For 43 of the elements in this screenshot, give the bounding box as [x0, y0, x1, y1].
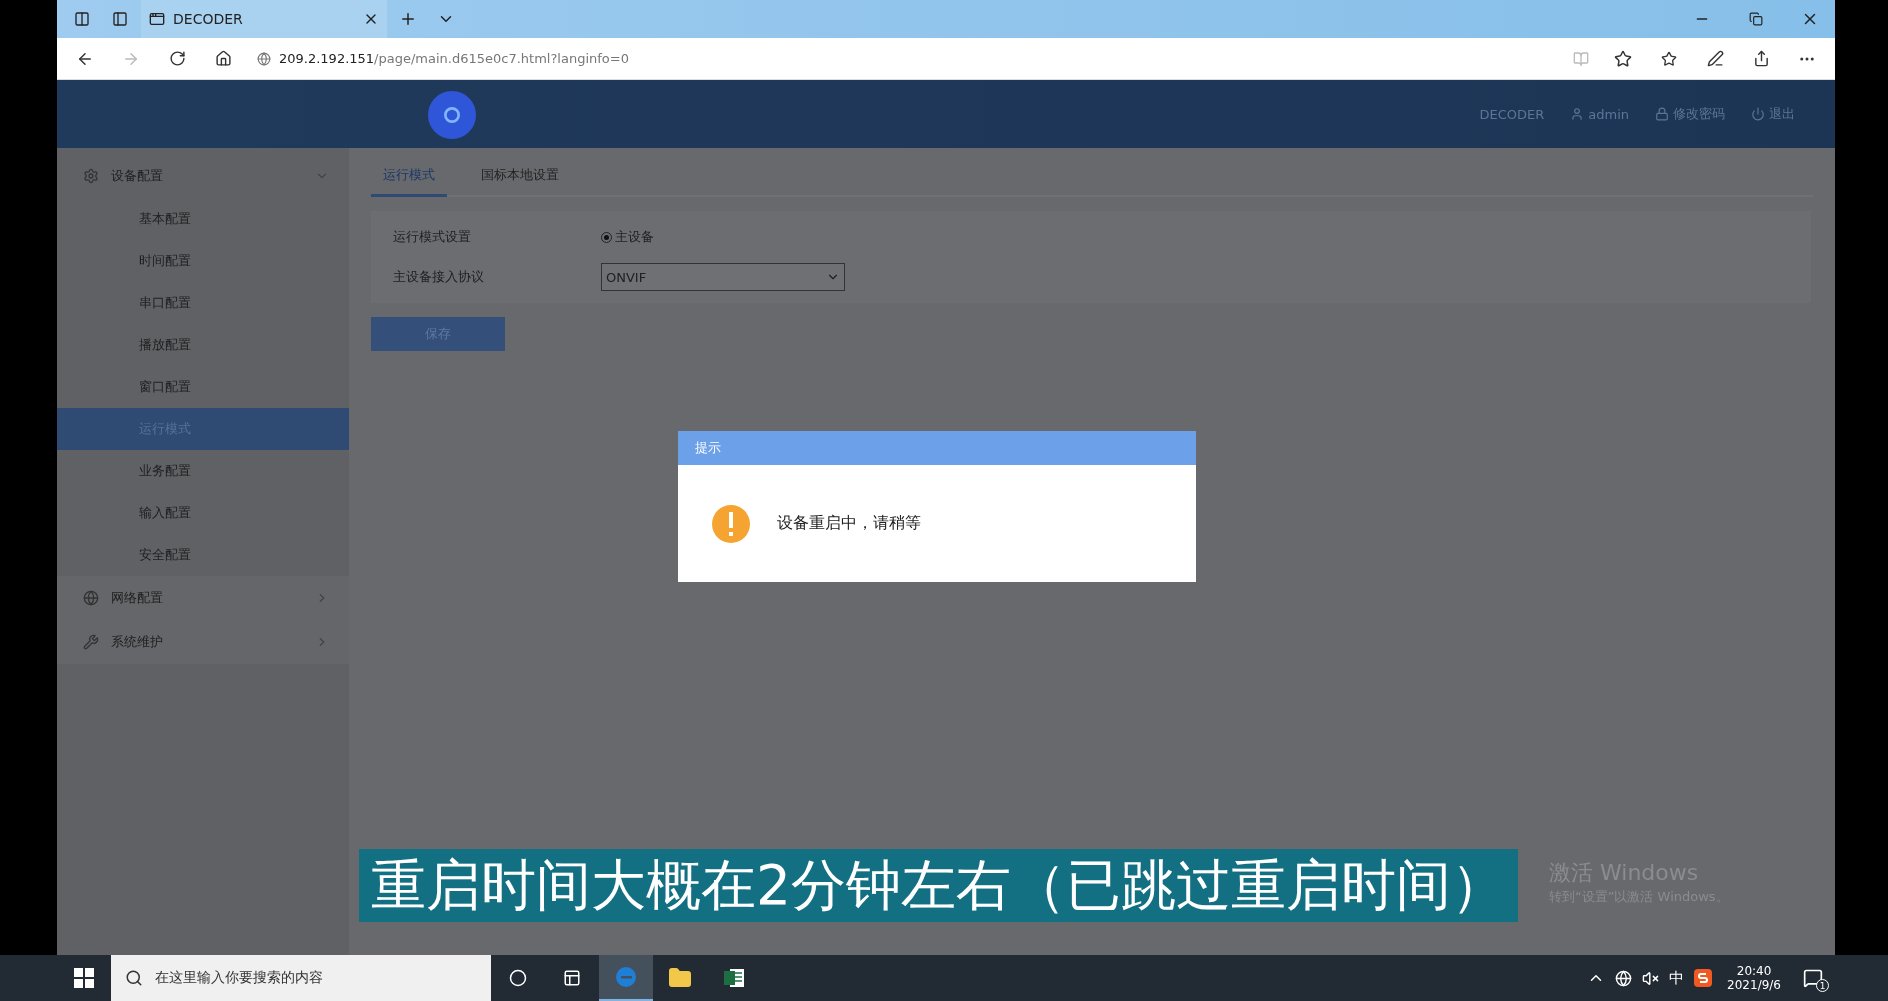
- sidebar-item[interactable]: 安全配置: [57, 534, 349, 576]
- sidebar-group[interactable]: 设备配置: [57, 154, 349, 198]
- search-field[interactable]: 在这里输入你要搜索的内容: [111, 955, 491, 1001]
- search-icon: [125, 969, 143, 987]
- warning-icon: [711, 503, 751, 544]
- video-caption: 重启时间大概在2分钟左右（已跳过重启时间）: [359, 849, 1518, 922]
- sidebar-item[interactable]: 窗口配置: [57, 366, 349, 408]
- power-icon: [1751, 107, 1765, 121]
- protocol-dropdown[interactable]: ONVIF: [601, 263, 845, 291]
- field-label: 运行模式设置: [392, 228, 472, 246]
- clock[interactable]: 20:40 2021/9/6: [1717, 964, 1791, 992]
- sidebar-group[interactable]: 系统维护: [57, 620, 349, 664]
- sidebar-item[interactable]: 基本配置: [57, 198, 349, 240]
- tab[interactable]: 运行模式: [371, 160, 447, 197]
- input-method[interactable]: 中: [1664, 968, 1690, 988]
- sidebar-item[interactable]: 播放配置: [57, 324, 349, 366]
- radio-option[interactable]: 主设备: [601, 228, 654, 246]
- click-indicator-icon: [428, 91, 476, 139]
- sidebar-item[interactable]: 时间配置: [57, 240, 349, 282]
- notification-count: 1: [1816, 979, 1829, 992]
- change-password-link[interactable]: 修改密码: [1655, 105, 1725, 123]
- wrench-icon: [83, 634, 99, 650]
- dialog-message: 设备重启中，请稍等: [777, 513, 921, 534]
- globe-icon: [257, 51, 271, 66]
- globe-icon: [83, 590, 99, 606]
- spreadsheet-icon: [722, 966, 746, 990]
- field-label: 主设备接入协议: [392, 268, 485, 286]
- sidebar-item[interactable]: 串口配置: [57, 282, 349, 324]
- browser-tab[interactable]: DECODER: [141, 0, 387, 38]
- page-icon: [149, 11, 165, 27]
- dialog-title: 提示: [678, 431, 1196, 465]
- user-icon: [1570, 107, 1585, 121]
- sidebar-item[interactable]: 业务配置: [57, 450, 349, 492]
- folder-icon: [668, 966, 692, 990]
- brand-label: DECODER: [1479, 106, 1545, 122]
- logout-link[interactable]: 退出: [1751, 105, 1795, 123]
- browser-icon: [614, 965, 638, 989]
- sidebar-item[interactable]: 输入配置: [57, 492, 349, 534]
- user-link[interactable]: admin: [1570, 106, 1629, 122]
- tab[interactable]: 国标本地设置: [469, 160, 571, 197]
- lock-icon: [1655, 107, 1669, 121]
- gear-icon: [83, 168, 99, 184]
- sidebar-group[interactable]: 网络配置: [57, 576, 349, 620]
